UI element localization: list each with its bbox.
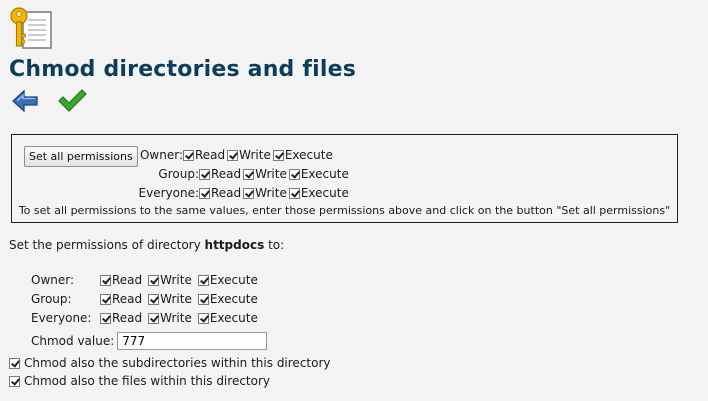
dir-row-group: Group: Read Write Execute <box>31 290 264 308</box>
execute-option[interactable]: Execute <box>197 273 258 287</box>
row-label: Owner: <box>139 148 183 162</box>
set-all-permissions-panel: Set all permissions Owner: Read Write Ex… <box>11 134 678 223</box>
row-label: Owner: <box>31 273 75 287</box>
dir-row-everyone: Everyone: Read Write Execute <box>31 309 264 327</box>
read-option[interactable]: Read <box>199 186 241 200</box>
set-all-hint: To set all permissions to the same value… <box>18 204 671 217</box>
write-checkbox[interactable] <box>243 168 255 180</box>
execute-option[interactable]: Execute <box>197 292 258 306</box>
read-checkbox[interactable] <box>100 312 111 324</box>
chmod-value-label: Chmod value: <box>31 334 115 348</box>
checkmark-icon[interactable] <box>57 88 87 114</box>
chmod-value-input[interactable] <box>117 332 268 350</box>
read-option[interactable]: Read <box>100 273 142 287</box>
subdirectories-checkbox[interactable] <box>9 357 20 369</box>
execute-checkbox[interactable] <box>288 168 300 180</box>
row-label: Everyone: <box>31 311 92 325</box>
read-option[interactable]: Read <box>100 311 142 325</box>
read-option[interactable]: Read <box>199 167 241 181</box>
page-title: Chmod directories and files <box>9 57 357 82</box>
write-checkbox[interactable] <box>243 187 255 199</box>
execute-option[interactable]: Execute <box>288 186 349 200</box>
write-option[interactable]: Write <box>243 167 287 181</box>
files-checkbox[interactable] <box>9 375 20 387</box>
row-label: Everyone: <box>138 186 199 200</box>
row-label: Group: <box>158 167 199 181</box>
read-checkbox[interactable] <box>199 187 210 199</box>
execute-checkbox[interactable] <box>197 312 209 324</box>
write-checkbox[interactable] <box>148 293 160 305</box>
read-checkbox[interactable] <box>100 274 111 286</box>
execute-checkbox[interactable] <box>197 293 209 305</box>
execute-checkbox[interactable] <box>288 187 300 199</box>
read-option[interactable]: Read <box>100 292 142 306</box>
dir-row-owner: Owner: Read Write Execute <box>31 271 264 289</box>
directory-name: httpdocs <box>204 238 265 252</box>
write-checkbox[interactable] <box>148 312 160 324</box>
directory-intro: Set the permissions of directory httpdoc… <box>9 238 285 252</box>
read-option[interactable]: Read <box>183 148 225 162</box>
write-option[interactable]: Write <box>148 273 192 287</box>
write-option[interactable]: Write <box>148 311 192 325</box>
write-option[interactable]: Write <box>148 292 192 306</box>
row-label: Group: <box>31 292 72 306</box>
back-arrow-icon[interactable] <box>11 89 39 113</box>
write-option[interactable]: Write <box>227 148 271 162</box>
execute-option[interactable]: Execute <box>272 148 333 162</box>
set-all-permissions-button[interactable]: Set all permissions <box>24 146 138 167</box>
execute-option[interactable]: Execute <box>197 311 258 325</box>
chmod-subdirectories-option[interactable]: Chmod also the subdirectories within thi… <box>9 356 331 370</box>
execute-checkbox[interactable] <box>197 274 209 286</box>
key-document-icon <box>10 7 52 49</box>
execute-checkbox[interactable] <box>272 149 284 161</box>
execute-option[interactable]: Execute <box>288 167 349 181</box>
read-checkbox[interactable] <box>100 293 111 305</box>
write-checkbox[interactable] <box>227 149 239 161</box>
set-all-row-everyone: Everyone: Read Write Execute <box>136 184 351 202</box>
chmod-files-option[interactable]: Chmod also the files within this directo… <box>9 374 270 388</box>
toolbar <box>11 88 87 114</box>
write-option[interactable]: Write <box>243 186 287 200</box>
read-checkbox[interactable] <box>183 149 194 161</box>
read-checkbox[interactable] <box>199 168 210 180</box>
chmod-value-row: Chmod value: <box>31 330 268 352</box>
set-all-row-group: Group: Read Write Execute <box>136 165 351 183</box>
write-checkbox[interactable] <box>148 274 160 286</box>
set-all-row-owner: Owner: Read Write Execute <box>136 146 335 164</box>
